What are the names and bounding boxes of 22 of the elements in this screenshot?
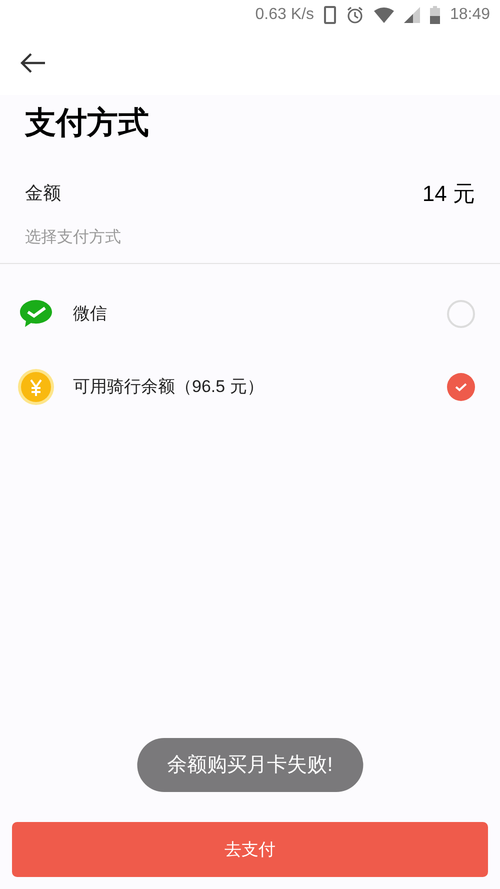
network-speed: 0.63 K/s	[255, 5, 314, 25]
payment-option[interactable]: 微信	[0, 277, 500, 350]
battery-icon	[430, 6, 440, 24]
option-label: 可用骑行余额（96.5 元）	[73, 376, 265, 398]
alarm-icon	[346, 6, 364, 24]
yen-coin-icon	[18, 368, 54, 404]
amount-value: 14 元	[422, 180, 475, 208]
radio-button[interactable]	[447, 300, 475, 328]
check-icon	[454, 382, 468, 392]
phone-icon	[324, 6, 336, 24]
payment-hint: 选择支付方式	[24, 228, 122, 248]
back-arrow-icon[interactable]	[20, 52, 46, 72]
radio-button[interactable]	[447, 372, 475, 400]
chat-check-icon	[19, 298, 53, 328]
payment-option[interactable]: 可用骑行余额（96.5 元）	[0, 350, 500, 423]
wifi-icon	[374, 7, 394, 23]
signal-icon	[404, 7, 420, 23]
option-label: 微信	[73, 302, 108, 325]
amount-label: 金额	[25, 182, 61, 204]
toast-message: 余额购买月卡失败!	[137, 738, 363, 792]
page-title: 支付方式	[24, 104, 150, 142]
clock: 18:49	[450, 5, 490, 25]
